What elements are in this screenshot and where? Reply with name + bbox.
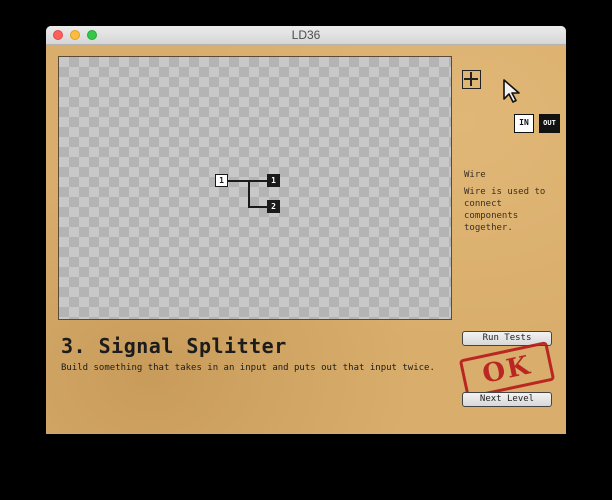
input-node[interactable]: 1 [215, 174, 228, 187]
output-tool-button[interactable]: OUT [539, 114, 560, 133]
window-title: LD36 [291, 28, 321, 42]
title-bar[interactable]: LD36 [46, 26, 566, 45]
level-title: 3. Signal Splitter [61, 334, 287, 358]
output-node-2[interactable]: 2 [267, 200, 280, 213]
circuit-canvas[interactable]: 1 1 2 [58, 56, 452, 320]
wire-branch-horizontal[interactable] [248, 206, 269, 208]
game-content: 1 1 2 IN OUT Wire Wire is used to connec… [46, 45, 566, 434]
input-tool-button[interactable]: IN [514, 114, 534, 133]
wire-branch-vertical[interactable] [248, 180, 250, 206]
info-title: Wire [464, 170, 486, 180]
level-description: Build something that takes in an input a… [61, 363, 435, 373]
info-description: Wire is used to connect components toget… [464, 187, 546, 233]
ok-stamp: OK [458, 341, 556, 399]
app-window: LD36 1 1 2 IN OUT Wire Wire is used to c… [46, 26, 566, 434]
cursor-icon[interactable] [502, 79, 522, 105]
next-level-button[interactable]: Next Level [462, 392, 552, 407]
plus-icon[interactable] [462, 70, 481, 89]
output-node-1[interactable]: 1 [267, 174, 280, 187]
